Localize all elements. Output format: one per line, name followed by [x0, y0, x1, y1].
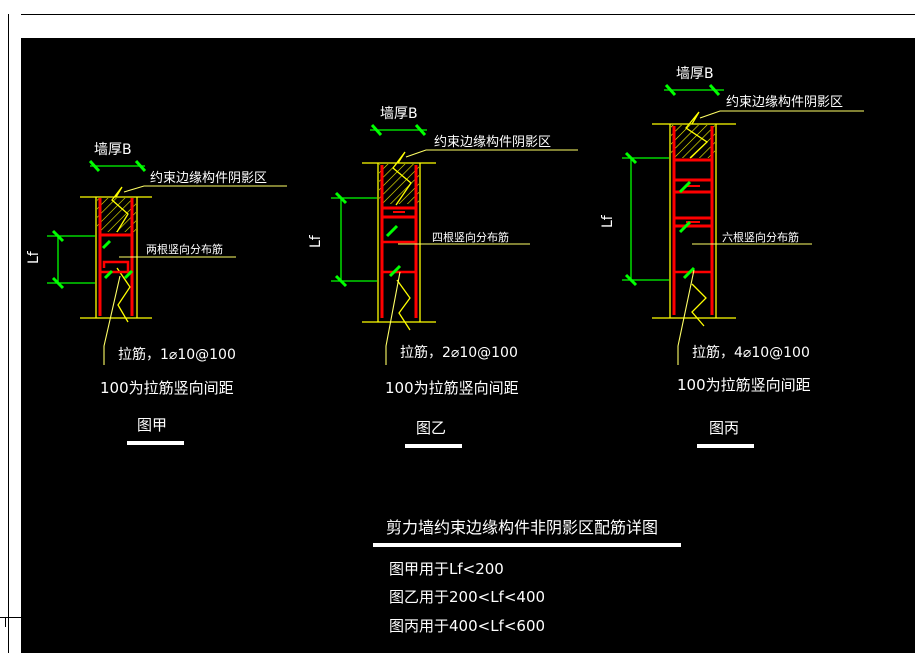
shaded-zone-hatch — [97, 198, 136, 232]
caption-underline — [697, 444, 754, 448]
vertical-bars-label: 两根竖向分布筋 — [146, 242, 223, 256]
spacing-note: 100为拉筋竖向间距 — [100, 379, 234, 397]
top-toolbar-strip — [0, 0, 915, 15]
lf-label: Lf — [308, 234, 324, 248]
shaded-zone-hatch — [379, 164, 419, 204]
wall-thickness-label: 墙厚B — [380, 106, 418, 122]
tie-label: 拉筋，4⌀10@100 — [692, 344, 810, 361]
cad-drawing: 墙厚B 约束边缘构件阴影区 两根竖向分布筋 Lf 拉筋，1⌀10@100 100… — [26, 66, 864, 635]
summary-rule: 图乙用于200<Lf<400 — [389, 588, 545, 606]
summary-title: 剪力墙约束边缘构件非阴影区配筋详图 — [386, 518, 658, 537]
ruler-mark — [5, 617, 6, 627]
caption-underline — [405, 444, 462, 448]
dimension-lines — [331, 123, 427, 288]
spacing-note: 100为拉筋竖向间距 — [385, 379, 519, 397]
caption: 图丙 — [709, 419, 739, 437]
spacing-note: 100为拉筋竖向间距 — [677, 376, 811, 394]
caption-underline — [127, 441, 184, 445]
detail-yi: 墙厚B 约束边缘构件阴影区 四根竖向分布筋 Lf 拉筋，2⌀10@100 100… — [308, 106, 578, 448]
shaded-zone-hatch — [671, 125, 715, 158]
cad-drawing-canvas[interactable]: 墙厚B 约束边缘构件阴影区 两根竖向分布筋 Lf 拉筋，1⌀10@100 100… — [21, 38, 915, 653]
left-ruler-strip — [0, 14, 21, 653]
shaded-zone-label: 约束边缘构件阴影区 — [726, 95, 843, 110]
tie-label: 拉筋，2⌀10@100 — [400, 344, 518, 361]
ruler-line — [8, 14, 9, 653]
lf-label: Lf — [600, 214, 616, 228]
wall-thickness-label: 墙厚B — [94, 142, 132, 158]
summary-rule: 图甲用于Lf<200 — [389, 560, 504, 578]
vertical-bars-label: 六根竖向分布筋 — [722, 230, 799, 244]
lf-label: Lf — [26, 250, 42, 264]
caption: 图甲 — [137, 416, 167, 434]
tie-label: 拉筋，1⌀10@100 — [118, 346, 236, 363]
summary-rule: 图丙用于400<Lf<600 — [389, 617, 545, 635]
shaded-zone-label: 约束边缘构件阴影区 — [434, 135, 551, 150]
detail-jia: 墙厚B 约束边缘构件阴影区 两根竖向分布筋 Lf 拉筋，1⌀10@100 100… — [26, 142, 287, 445]
wall-thickness-label: 墙厚B — [676, 66, 714, 82]
detail-bing: 墙厚B 约束边缘构件阴影区 六根竖向分布筋 Lf 拉筋，4⌀10@100 100… — [600, 66, 864, 448]
shaded-zone-label: 约束边缘构件阴影区 — [150, 171, 267, 186]
ruler-tick — [0, 617, 21, 618]
caption: 图乙 — [416, 419, 446, 437]
summary-block: 剪力墙约束边缘构件非阴影区配筋详图 图甲用于Lf<200 图乙用于200<Lf<… — [373, 518, 681, 635]
vertical-bars-label: 四根竖向分布筋 — [432, 230, 509, 244]
summary-title-underline — [373, 543, 681, 547]
